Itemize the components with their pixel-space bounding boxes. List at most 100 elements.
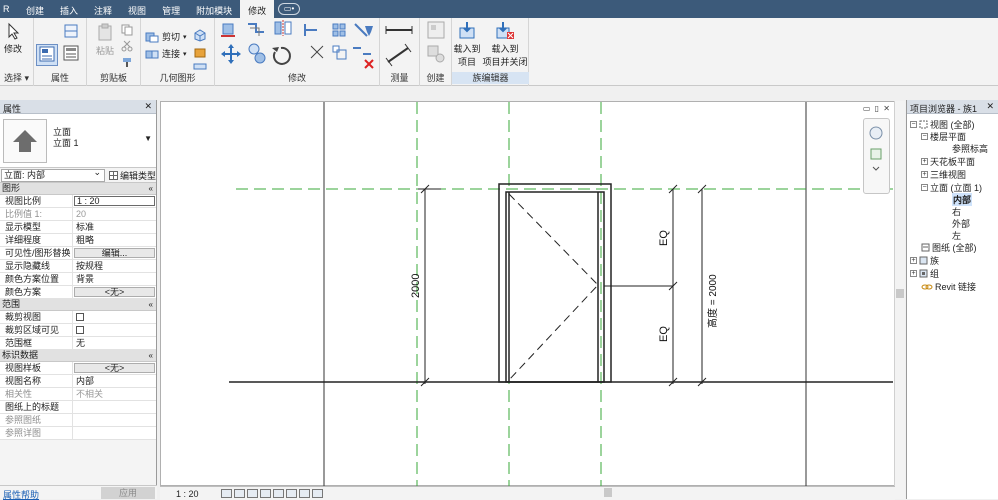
view-scale-field[interactable]: 1 : 20 — [74, 196, 155, 206]
tree-node-sheets[interactable]: 图纸 (全部) — [921, 242, 977, 253]
crop-view-icon[interactable] — [273, 489, 284, 498]
visual-style-icon[interactable] — [234, 489, 245, 498]
offset-icon[interactable] — [248, 23, 264, 36]
align-icon[interactable] — [221, 23, 235, 37]
expand-toggle[interactable]: + — [910, 257, 917, 264]
tree-node-3d-views[interactable]: + 三维视图 — [921, 169, 966, 180]
drawing-area[interactable]: 2000 EQ EQ 高度 = 2000 ▭ ▯ ✕ — [160, 101, 895, 487]
edit-type-button[interactable]: 编辑类型 — [108, 169, 156, 182]
view-name-value[interactable]: 内部 — [73, 375, 156, 387]
expand-toggle[interactable]: + — [921, 171, 928, 178]
tree-node-elevations[interactable]: − 立面 (立面 1) — [921, 182, 982, 193]
scale-icon[interactable] — [332, 45, 347, 60]
reveal-hidden-icon[interactable] — [312, 489, 323, 498]
cut-button[interactable] — [121, 40, 133, 52]
tree-node-revit-links[interactable]: Revit 链接 — [921, 281, 976, 292]
section-identity[interactable]: 标识数据 « — [0, 350, 156, 362]
match-properties-button[interactable] — [121, 56, 133, 68]
tab-insert[interactable]: 插入 — [52, 0, 86, 18]
display-model-value[interactable]: 标准 — [73, 221, 156, 233]
crop-view-checkbox[interactable] — [76, 313, 84, 321]
tree-node-views[interactable]: − 视图 (全部) — [910, 119, 975, 130]
view-template-button[interactable]: <无> — [74, 363, 155, 373]
view-window-controls[interactable]: ▭ ▯ ✕ — [863, 104, 891, 113]
collapse-icon[interactable]: « — [149, 299, 153, 310]
create-group-icon[interactable] — [427, 21, 445, 39]
copy-element-icon[interactable] — [248, 43, 266, 64]
collapse-toggle[interactable]: − — [921, 133, 928, 140]
tree-node-left[interactable]: 左 — [952, 230, 961, 241]
tree-node-ceiling-plans[interactable]: + 天花板平面 — [921, 156, 975, 167]
dim-eq-top-text[interactable]: EQ — [658, 230, 670, 246]
measure-icon[interactable] — [385, 26, 413, 34]
zoom-icon[interactable] — [870, 148, 882, 160]
collapse-toggle[interactable]: − — [910, 121, 917, 128]
apply-button[interactable]: 应用 — [101, 487, 155, 499]
dim-height-text[interactable]: 高度 = 2000 — [706, 274, 719, 328]
tab-view[interactable]: 视图 — [120, 0, 154, 18]
tab-annotate[interactable]: 注释 — [86, 0, 120, 18]
view-scale-control[interactable]: 1 : 20 — [176, 489, 221, 499]
tree-node-exterior[interactable]: 外部 — [952, 218, 970, 229]
paste-button[interactable]: 粘贴 — [95, 22, 115, 57]
visibility-edit-button[interactable]: 编辑... — [74, 248, 155, 258]
tree-node-floor-plans[interactable]: − 楼层平面 — [921, 131, 966, 142]
temp-hide-icon[interactable] — [299, 489, 310, 498]
title-on-sheet-value[interactable] — [73, 401, 156, 413]
move-icon[interactable] — [221, 44, 241, 64]
color-scheme-location-value[interactable]: 背景 — [73, 273, 156, 285]
chevron-down-icon[interactable] — [872, 166, 880, 171]
tab-create[interactable]: 创建 — [18, 0, 52, 18]
close-icon[interactable]: ✕ — [144, 101, 152, 112]
detail-level-value[interactable]: 粗略 — [73, 234, 156, 246]
dim-left-text[interactable]: 2000 — [410, 274, 422, 298]
join-geometry-button[interactable]: 连接 ▾ — [145, 47, 187, 60]
panel-select-label[interactable]: 选择 ▾ — [0, 71, 33, 84]
tab-manage[interactable]: 管理 — [154, 0, 188, 18]
show-crop-icon[interactable] — [286, 489, 297, 498]
detail-level-icon[interactable] — [221, 489, 232, 498]
dim-eq-bottom-text[interactable]: EQ — [658, 326, 670, 342]
scope-box-value[interactable]: 无 — [73, 337, 156, 349]
rotate-icon[interactable] — [272, 46, 291, 65]
family-types-button[interactable] — [62, 22, 80, 42]
collapse-icon[interactable]: « — [149, 350, 153, 361]
close-icon[interactable]: ✕ — [986, 101, 994, 112]
hidden-lines-value[interactable]: 按规程 — [73, 260, 156, 272]
collapse-icon[interactable]: « — [149, 183, 153, 194]
tab-modify[interactable]: 修改 — [240, 0, 275, 18]
horizontal-scroll-thumb[interactable] — [604, 488, 612, 497]
scroll-thumb[interactable] — [896, 289, 904, 298]
chevron-down-icon[interactable]: ▼ — [144, 134, 152, 143]
cut-geometry-button[interactable]: 剪切 ▾ — [145, 30, 187, 43]
sun-path-icon[interactable] — [247, 489, 258, 498]
type-properties-button[interactable] — [62, 44, 82, 66]
crop-visible-checkbox[interactable] — [76, 326, 84, 334]
create-similar-icon[interactable] — [427, 45, 445, 63]
tree-node-families[interactable]: + 族 — [910, 255, 939, 266]
section-graphics[interactable]: 图形 « — [0, 183, 156, 195]
tree-node-ref-level[interactable]: 参照标高 — [952, 143, 988, 154]
type-selector[interactable]: 立面 立面 1 ▼ — [0, 114, 156, 168]
properties-help-link[interactable]: 属性帮助 — [3, 488, 39, 500]
mirror-icon[interactable] — [274, 20, 292, 36]
copy-button[interactable] — [121, 24, 133, 36]
properties-button[interactable] — [36, 44, 58, 66]
load-and-close-button[interactable]: 载入到 项目并关闭 — [482, 22, 528, 68]
tab-addins[interactable]: 附加模块 — [188, 0, 240, 18]
array-icon[interactable] — [332, 23, 346, 37]
paint-button[interactable] — [193, 46, 207, 60]
canvas-vertical-scrollbar[interactable] — [894, 101, 905, 499]
collapse-toggle[interactable]: − — [921, 184, 928, 191]
delete-icon[interactable] — [364, 59, 374, 69]
expand-toggle[interactable]: + — [921, 158, 928, 165]
color-scheme-button[interactable]: <无> — [74, 287, 155, 297]
split-face-button[interactable] — [193, 28, 207, 42]
section-extents[interactable]: 范围 « — [0, 299, 156, 311]
tree-node-interior[interactable]: 内部 — [952, 193, 973, 206]
wall-joins-button[interactable] — [193, 63, 207, 71]
context-tab-toggle[interactable]: ▭• — [278, 3, 301, 15]
modify-button[interactable]: 修改 — [4, 22, 22, 55]
tree-node-right[interactable]: 右 — [952, 206, 961, 217]
expand-toggle[interactable]: + — [910, 270, 917, 277]
